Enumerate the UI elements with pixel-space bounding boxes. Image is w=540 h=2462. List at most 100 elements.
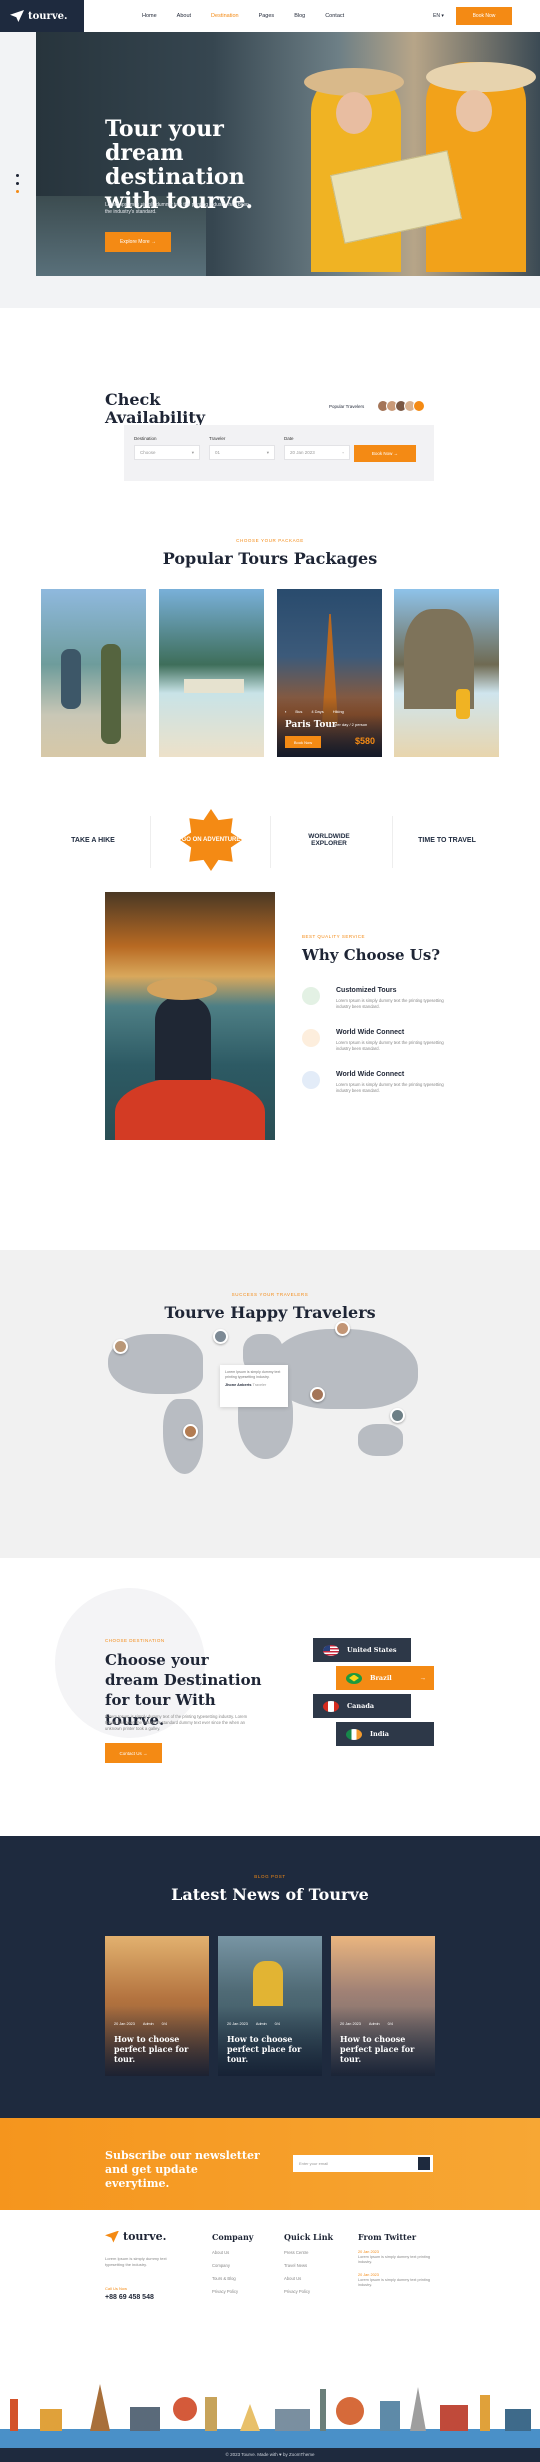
newsletter-email-input[interactable]: Enter your email [293,2155,433,2172]
traveler-pin[interactable] [310,1387,325,1402]
feature-item: Customized Tours Lorem Ipsum is simply d… [302,987,452,1023]
check-availability-button[interactable]: Book Now → [354,445,416,462]
copyright: © 2023 Tourve. Made with ♥ by ZoomTheme [0,2448,540,2462]
country-name: Brazil [370,1674,392,1682]
traveler-pin[interactable] [183,1424,198,1439]
traveler-quote: Lorem Ipsum is simply dummy text printin… [220,1365,288,1407]
meta-item: 4 Days [311,709,324,714]
country-card-canada[interactable]: Canada [313,1694,411,1718]
footer-link[interactable]: About Us [284,2276,333,2281]
news-comments: 0/4 [274,2022,280,2026]
footer-link[interactable]: Privacy Policy [284,2289,333,2294]
tour-duration: per day / 2 person [335,722,368,727]
news-card[interactable]: 20 Jan 2023 Admin 0/4 How to choose perfec… [331,1936,435,2076]
availability-title: Check Availability [105,390,206,427]
nav-pages[interactable]: Pages [259,13,275,19]
news-card[interactable]: 20 Jan 2023 Admin 0/4 How to choose perfec… [105,1936,209,2076]
footer-link[interactable]: Privacy Policy [212,2289,253,2294]
footer-link[interactable]: Travel News [284,2263,333,2268]
news-author: Admin [255,2022,267,2026]
avatar [413,400,425,412]
hero-title: Tour your dream destination with tourve. [105,116,253,214]
tour-book-button[interactable]: Book Now [285,736,321,748]
country-card-brazil[interactable]: Brazil → [336,1666,434,1690]
newsletter-section: Subscribe our newsletter and get update … [0,2118,540,2210]
explore-button[interactable]: Explore More → [105,232,171,252]
footer-link[interactable]: Tours & Blog [212,2276,253,2281]
tweet[interactable]: 20 Jan 2023 Lorem Ipsum is simply dummy … [358,2273,438,2288]
language-label: EN [433,13,440,19]
news-title: Latest News of Tourve [171,1885,369,1904]
traveler-pin[interactable] [390,1408,405,1423]
news-card[interactable]: 20 Jan 2023 Admin 0/4 How to choose perfec… [218,1936,322,2076]
nav-about[interactable]: About [177,13,191,19]
send-button[interactable] [418,2157,430,2170]
explore-label: Explore More [119,239,150,245]
field-input[interactable]: 01 ▾ [209,445,275,460]
tweet[interactable]: 20 Jan 2023 Lorem Ipsum is simply dummy … [358,2250,438,2265]
tweet-date: 20 Jan 2023 [358,2250,379,2254]
canada-flag-icon [323,1700,339,1712]
field-input[interactable]: 20 Jan 2023 ▫ [284,445,350,460]
news-date: 20 Jan 2023 [114,2022,135,2026]
ireland-flag-icon [346,1728,362,1740]
tour-card[interactable] [394,589,499,757]
country-card-united-states[interactable]: United States [313,1638,411,1662]
news-meta: 20 Jan 2023 Admin 0/4 [114,2022,167,2026]
landmarks-skyline [0,2384,540,2448]
call-label: Call Us Now [105,2286,128,2291]
phone-number[interactable]: +88 69 458 548 [105,2294,154,2301]
hero-section: Tour your dream destination with tourve.… [0,32,540,308]
field-label: Traveler [209,436,226,441]
availability-button-label: Book Now [371,451,393,456]
tour-meta: ▪ Bus 4 Days Hiking [285,709,344,714]
travelers-title: Tourve Happy Travelers [164,1303,376,1322]
language-selector[interactable]: EN ▾ [433,13,444,19]
nav-contact[interactable]: Contact [325,13,344,19]
feature-title: World Wide Connect [336,1029,405,1036]
nav-destination[interactable]: Destination [211,13,239,19]
badge-take-a-hike: TAKE A HIKE [71,836,115,844]
company-title: Company [212,2232,254,2242]
news-card-title: How to choose perfect place for tour. [227,2034,302,2064]
twitter-feed: From Twitter 20 Jan 2023 Lorem Ipsum is … [358,2232,438,2288]
tweet-text: Lorem Ipsum is simply dummy text printin… [358,2255,430,2264]
traveler-pin[interactable] [213,1329,228,1344]
footer-link[interactable]: About Us [212,2250,253,2255]
tour-card[interactable] [159,589,264,757]
chevron-down-icon: ▾ [191,449,194,455]
tour-name: Paris Tour [285,720,337,730]
book-now-button[interactable]: Book Now [456,7,512,25]
travelers-section: SUCCESS YOUR TRAVELERS Tourve Happy Trav… [0,1250,540,1558]
tour-card[interactable] [41,589,146,757]
footer-text: Lorem Ipsum is simply dummy text typeset… [105,2256,167,2267]
field-value: Choose [140,450,156,455]
country-name: India [370,1730,389,1738]
country-card-india[interactable]: India [336,1722,434,1746]
why-subtitle: BEST QUALITY SERVICE [302,934,366,939]
nav-blog[interactable]: Blog [294,13,305,19]
why-title: Why Choose Us? [302,946,441,964]
footer-link[interactable]: Company [212,2263,253,2268]
news-date: 20 Jan 2023 [227,2022,248,2026]
destination-text: Lorem Ipsum is simply dummy text of the … [105,1714,248,1731]
tour-card[interactable]: ▪ Bus 4 Days Hiking Paris Tour per day / … [277,589,382,757]
traveler-pin[interactable] [113,1339,128,1354]
site-header: tourve. Home About Destination Pages Blo… [0,0,540,32]
badge-worldwide-explorer: WORLDWIDE EXPLORER [308,833,350,847]
footer-logo[interactable]: tourve. [105,2230,166,2243]
contact-us-button[interactable]: Contact Us → [105,1743,162,1763]
slider-dots[interactable] [16,174,19,193]
field-input[interactable]: Choose ▾ [134,445,200,460]
news-date: 20 Jan 2023 [340,2022,361,2026]
meta-item: Bus [295,709,303,714]
calendar-icon: ▫ [342,450,344,455]
footer-link[interactable]: Press Centre [284,2250,333,2255]
logo[interactable]: tourve. [0,0,84,32]
destination-section: CHOOSE DESTINATION Choose your dream Des… [0,1558,540,1836]
twitter-title: From Twitter [358,2232,417,2242]
form-field: Traveler 01 ▾ [209,436,275,460]
nav-home[interactable]: Home [142,13,157,19]
traveler-pin[interactable] [335,1321,350,1336]
tour-price: $580 [355,736,376,746]
